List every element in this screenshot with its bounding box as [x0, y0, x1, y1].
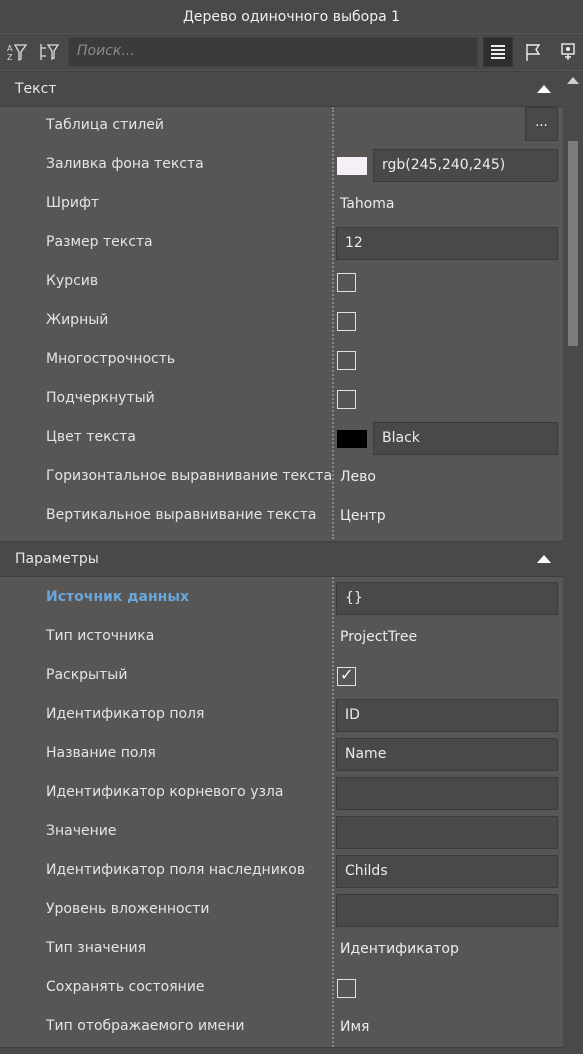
property-label: Размер текста [46, 234, 153, 250]
property-label: Значение [46, 823, 117, 839]
property-label: Тип источника [46, 628, 155, 644]
property-panel: Текст Таблица стилей ... Заливка фона те… [0, 71, 563, 1054]
property-row-size: Размер текста 12 [0, 224, 563, 263]
property-row-sourcetype: Тип источника ProjectTree [0, 618, 563, 657]
childfield-field[interactable]: Childs [336, 855, 558, 888]
section-header-text[interactable]: Текст [0, 71, 563, 107]
section-header-params[interactable]: Параметры [0, 541, 563, 577]
property-row-multiline: Многострочность [0, 341, 563, 380]
property-row-expanded: Раскрытый ✓ [0, 657, 563, 696]
collapse-arrow-icon[interactable] [537, 85, 551, 93]
property-label: Заливка фона текста [46, 156, 204, 172]
property-row-underline: Подчеркнутый [0, 380, 563, 419]
property-label: Источник данных [46, 589, 190, 605]
property-label: Жирный [46, 312, 109, 328]
property-row-stylesheet: Таблица стилей ... [0, 107, 563, 146]
toolbar: AZ Поиск... [0, 34, 583, 70]
property-row-valign: Вертикальное выравнивание текста Центр [0, 497, 563, 536]
sourcetype-value[interactable]: ProjectTree [340, 629, 417, 645]
property-row-fieldid: Идентификатор поля ID [0, 696, 563, 735]
property-label: Цвет текста [46, 429, 136, 445]
property-row-value: Значение [0, 813, 563, 852]
property-label: Уровень вложенности [46, 901, 210, 917]
valuetype-value[interactable]: Идентификатор [340, 941, 459, 957]
property-label: Сохранять состояние [46, 979, 205, 995]
property-row-font: Шрифт Tahoma [0, 185, 563, 224]
check-icon: ✓ [340, 665, 354, 684]
underline-checkbox[interactable] [337, 390, 356, 409]
property-label: Идентификатор поля наследников [46, 862, 306, 878]
property-row-color: Цвет текста Black [0, 419, 563, 458]
section-title: Параметры [15, 551, 99, 567]
scrollbar[interactable] [563, 71, 583, 1054]
halign-value[interactable]: Лево [340, 469, 376, 485]
property-label: Шрифт [46, 195, 100, 211]
property-row-bold: Жирный [0, 302, 563, 341]
property-label: Тип отображаемого имени [46, 1018, 245, 1034]
property-row-italic: Курсив [0, 263, 563, 302]
scrollbar-thumb[interactable] [568, 141, 578, 346]
property-label: Название поля [46, 745, 156, 761]
expanded-checkbox[interactable]: ✓ [337, 665, 356, 686]
section-title: Текст [15, 81, 57, 97]
datasource-field[interactable]: {} [336, 582, 558, 615]
value-field[interactable] [336, 816, 558, 849]
bold-checkbox[interactable] [337, 312, 356, 331]
text-size-field[interactable]: 12 [336, 227, 558, 260]
property-row-datasource: Источник данных {} [0, 579, 563, 618]
valign-value[interactable]: Центр [340, 508, 386, 524]
property-row-background: Заливка фона текста rgb(245,240,245) [0, 146, 563, 185]
svg-text:Z: Z [7, 53, 13, 62]
scroll-up-icon[interactable] [567, 77, 579, 84]
property-label: Вертикальное выравнивание текста [46, 507, 317, 523]
text-color-field[interactable]: Black [373, 422, 558, 455]
font-value[interactable]: Tahoma [340, 196, 394, 212]
flag-icon[interactable] [518, 37, 548, 67]
background-color-swatch[interactable] [337, 157, 367, 175]
displayname-value[interactable]: Имя [340, 1019, 369, 1035]
list-view-icon[interactable] [483, 37, 513, 67]
property-row-fieldname: Название поля Name [0, 735, 563, 774]
search-input[interactable]: Поиск... [68, 37, 478, 67]
savestate-checkbox[interactable] [337, 979, 356, 998]
property-label: Подчеркнутый [46, 390, 155, 406]
collapse-arrow-icon[interactable] [537, 555, 551, 563]
tree-filter-icon[interactable] [34, 37, 64, 67]
sort-filter-icon[interactable]: AZ [2, 37, 32, 67]
property-label: Многострочность [46, 351, 176, 367]
property-row-halign: Горизонтальное выравнивание текста Лево [0, 458, 563, 497]
property-label: Тип значения [46, 940, 146, 956]
italic-checkbox[interactable] [337, 273, 356, 292]
rootid-field[interactable] [336, 777, 558, 810]
background-color-field[interactable]: rgb(245,240,245) [373, 149, 558, 182]
depth-field[interactable] [336, 894, 558, 927]
property-label: Таблица стилей [46, 117, 164, 133]
svg-text:A: A [7, 44, 13, 53]
property-label: Идентификатор поля [46, 706, 205, 722]
property-row-rootid: Идентификатор корневого узла [0, 774, 563, 813]
text-color-swatch[interactable] [337, 430, 367, 448]
property-row-savestate: Сохранять состояние [0, 969, 563, 1008]
property-label: Раскрытый [46, 667, 128, 683]
fieldid-field[interactable]: ID [336, 699, 558, 732]
multiline-checkbox[interactable] [337, 351, 356, 370]
property-label: Горизонтальное выравнивание текста [46, 468, 333, 484]
fieldname-field[interactable]: Name [336, 738, 558, 771]
property-row-valuetype: Тип значения Идентификатор [0, 930, 563, 969]
property-label: Идентификатор корневого узла [46, 784, 284, 800]
property-row-displayname: Тип отображаемого имени Имя [0, 1008, 563, 1047]
window-title: Дерево одиночного выбора 1 [0, 0, 583, 33]
property-row-childfield: Идентификатор поля наследников Childs [0, 852, 563, 891]
section-divider [0, 1047, 563, 1054]
property-row-depth: Уровень вложенности [0, 891, 563, 930]
event-icon[interactable] [553, 37, 583, 67]
property-label: Курсив [46, 273, 99, 289]
stylesheet-browse-button[interactable]: ... [525, 107, 558, 141]
